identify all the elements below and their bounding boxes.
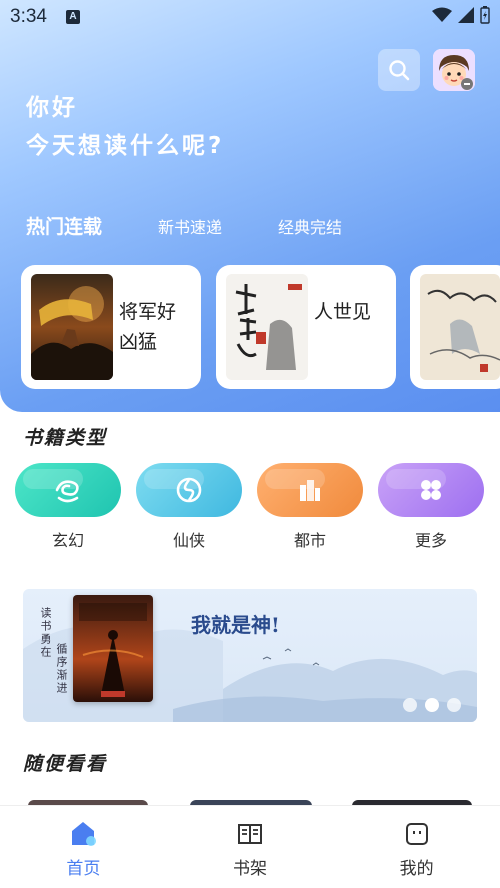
battery-icon [480,6,490,24]
featured-book-card[interactable]: 将军好凶猛 [21,265,201,389]
featured-book-card[interactable]: 人世见 [216,265,396,389]
genre-label: 更多 [414,531,447,550]
book-icon [236,820,264,848]
genre-pill [136,463,242,517]
avatar-image [433,49,475,91]
banner-pagination [403,698,461,712]
signal-icon [458,7,474,23]
genre-list: 玄幻 仙侠 都市 更多 [15,463,485,553]
home-screen: 3:34 A 你好 今天想读什么呢? 热门连载 新书速递 经典完结 将军好凶猛 … [0,0,500,888]
genre-pill [378,463,484,517]
genre-item-dushi[interactable]: 都市 [257,463,363,551]
pagination-dot[interactable] [403,698,417,712]
profile-icon [403,820,431,848]
wifi-icon [432,7,452,22]
building-icon [300,480,320,501]
book-cover [226,274,308,380]
browse-section-title: 随便看看 [23,753,108,775]
status-icons [432,6,490,24]
genre-item-xianxia[interactable]: 仙侠 [136,463,242,551]
search-icon [389,60,410,81]
book-cover [420,274,500,380]
tabbar-item-bookshelf[interactable]: 书架 [167,806,334,888]
promo-banner[interactable]: 读书勇在 循序渐进 我就是神! [23,589,477,722]
featured-book-card[interactable] [410,265,500,389]
banner-vertical-text-2: 循序渐进 [55,643,68,695]
pagination-dot[interactable] [447,698,461,712]
swirl-icon [176,477,202,503]
bottom-tab-bar: 首页 书架 我的 [0,805,500,888]
avatar[interactable] [433,49,475,91]
tabbar-item-home[interactable]: 首页 [0,806,167,888]
keyboard-a-icon: A [66,10,80,24]
tabbar-item-profile[interactable]: 我的 [333,806,500,888]
category-tabs: 热门连载 新书速递 经典完结 [26,212,398,239]
home-icon [69,820,97,848]
featured-book-title: 人世见 [314,301,372,323]
book-cover [31,274,113,380]
tab-new-books[interactable]: 新书速递 [158,214,222,238]
greeting-line-1: 你好 [26,95,78,121]
genres-section-title: 书籍类型 [23,427,108,449]
tabbar-label: 首页 [66,859,101,879]
genre-pill [257,463,363,517]
status-time: 3:34 [10,6,47,27]
genre-label: 玄幻 [51,531,84,550]
greeting-line-2: 今天想读什么呢? [26,133,225,159]
banner-vertical-text-1: 读书勇在 [39,607,52,659]
search-button[interactable] [378,49,420,91]
grid-icon [421,480,441,500]
genre-label: 都市 [293,531,326,550]
banner-book-cover [73,595,153,702]
banner-title: 我就是神! [191,613,280,637]
status-bar: 3:34 A [0,0,500,34]
genre-item-more[interactable]: 更多 [378,463,484,551]
pagination-dot-active[interactable] [425,698,439,712]
tab-classic-finished[interactable]: 经典完结 [278,214,342,238]
featured-book-title: 将军好凶猛 [119,301,177,353]
genre-pill [15,463,121,517]
tabbar-label: 我的 [399,859,434,879]
featured-book-carousel: 将军好凶猛 人世见 [21,265,500,389]
genre-item-xuanhuan[interactable]: 玄幻 [15,463,121,551]
tabbar-label: 书架 [233,859,267,879]
tab-hot-serial[interactable]: 热门连载 [26,212,102,239]
dragon-icon [55,480,79,503]
genre-label: 仙侠 [172,531,205,550]
